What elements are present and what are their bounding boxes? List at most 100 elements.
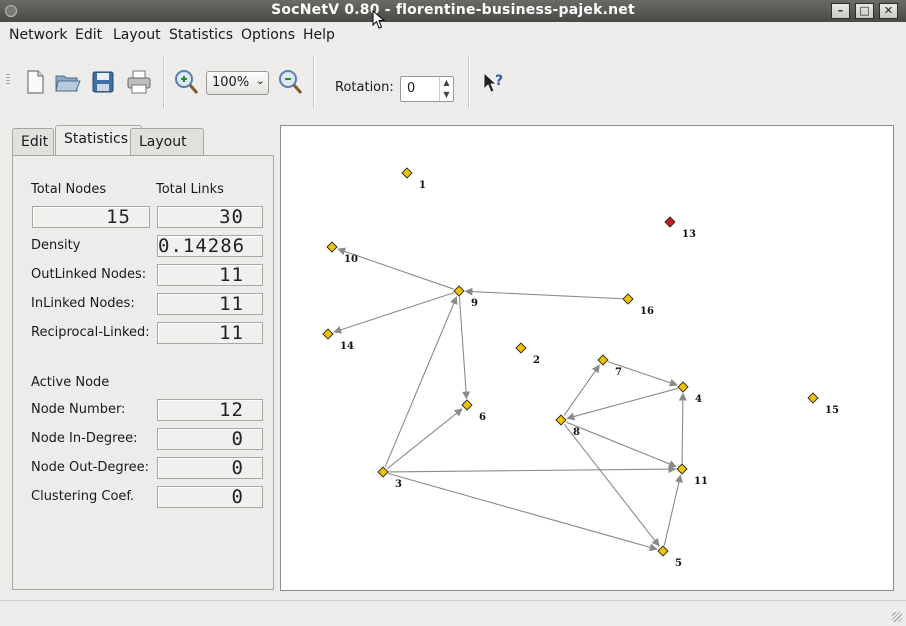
print-icon[interactable]	[125, 68, 153, 96]
graph-node-13[interactable]	[664, 216, 676, 228]
graph-node-label: 16	[640, 306, 654, 317]
menu-network[interactable]: Network	[9, 27, 67, 43]
graph-node-label: 10	[344, 254, 358, 265]
graph-node-label: 5	[675, 558, 682, 569]
menu-edit[interactable]: Edit	[75, 27, 102, 43]
menu-bar: Network Edit Layout Statistics Options H…	[0, 22, 906, 48]
reciprocal-value: 11	[157, 322, 263, 344]
graph-node-label: 15	[825, 405, 839, 416]
total-nodes-label: Total Nodes	[31, 182, 107, 197]
graph-node-11[interactable]	[676, 463, 688, 475]
node-number-value: 12	[157, 399, 263, 421]
graph-node-5[interactable]	[657, 545, 669, 557]
inlinked-label: InLinked Nodes:	[31, 296, 135, 311]
graph-edge-4-8[interactable]	[566, 387, 678, 421]
tab-statistics[interactable]: Statistics	[55, 125, 142, 157]
graph-edge-3-6[interactable]	[386, 408, 463, 470]
graph-node-4[interactable]	[677, 381, 689, 393]
resize-grip-icon[interactable]	[892, 612, 902, 622]
window-title: SocNetV 0.80 - florentine-business-pajek…	[271, 2, 635, 18]
graph-node-6[interactable]	[461, 399, 473, 411]
graph-edge-8-11[interactable]	[565, 421, 677, 468]
graph-node-10[interactable]	[326, 241, 338, 253]
graph-node-label: 4	[695, 394, 702, 405]
zoom-out-icon[interactable]	[276, 68, 304, 96]
graph-node-label: 2	[533, 355, 540, 366]
graph-node-label: 1	[419, 180, 426, 191]
chevron-down-icon: ⌄	[255, 74, 265, 87]
graph-edge-11-4[interactable]	[678, 392, 687, 464]
graph-node-label: 7	[615, 367, 622, 378]
in-degree-label: Node In-Degree:	[31, 431, 138, 446]
graph-node-label: 11	[694, 476, 708, 487]
toolbar: 100% ⌄ Rotation: 0 ▲ ▼ ?	[0, 48, 906, 116]
graph-edge-8-7[interactable]	[563, 364, 600, 416]
graph-node-1[interactable]	[401, 167, 413, 179]
outlinked-value: 11	[157, 264, 263, 286]
zoom-select[interactable]: 100% ⌄	[206, 71, 269, 95]
graph-node-label: 8	[573, 427, 580, 438]
menu-statistics[interactable]: Statistics	[169, 27, 233, 43]
zoom-value: 100%	[212, 75, 250, 90]
graph-node-label: 9	[471, 298, 478, 309]
outlinked-label: OutLinked Nodes:	[31, 267, 147, 282]
graph-edge-3-11[interactable]	[388, 465, 677, 474]
graph-node-15[interactable]	[807, 392, 819, 404]
clustering-value: 0	[157, 486, 263, 508]
menu-help[interactable]: Help	[303, 27, 335, 43]
out-degree-value: 0	[157, 457, 263, 479]
node-number-label: Node Number:	[31, 402, 126, 417]
mouse-cursor-icon	[372, 10, 386, 29]
graph-node-label: 14	[340, 341, 354, 352]
minimize-button[interactable]: –	[831, 3, 850, 19]
total-links-value: 30	[157, 206, 263, 228]
graph-edge-3-5[interactable]	[388, 472, 658, 552]
menu-options[interactable]: Options	[241, 27, 295, 43]
graph-node-14[interactable]	[322, 328, 334, 340]
active-node-label: Active Node	[31, 375, 110, 390]
graph-node-7[interactable]	[597, 354, 609, 366]
title-bar: SocNetV 0.80 - florentine-business-pajek…	[0, 0, 906, 22]
save-disk-icon[interactable]	[89, 68, 117, 96]
density-value: 0.14286	[157, 235, 263, 257]
graph-node-2[interactable]	[515, 342, 527, 354]
tab-layout[interactable]: Layout	[130, 128, 204, 156]
total-links-label: Total Links	[156, 182, 224, 197]
toolbar-grip[interactable]	[6, 74, 10, 86]
graph-node-label: 6	[479, 412, 486, 423]
density-label: Density	[31, 238, 81, 253]
inlinked-value: 11	[157, 293, 263, 315]
graph-node-label: 3	[395, 479, 402, 490]
spin-arrows-icon[interactable]: ▲ ▼	[439, 77, 453, 101]
toolbar-separator	[468, 56, 470, 108]
open-folder-icon[interactable]	[53, 68, 81, 96]
graph-edge-16-9[interactable]	[464, 287, 623, 300]
tab-edit[interactable]: Edit	[12, 128, 54, 156]
graph-edge-9-6[interactable]	[458, 296, 471, 400]
graph-edge-5-11[interactable]	[663, 474, 683, 546]
graph-node-8[interactable]	[555, 414, 567, 426]
maximize-button[interactable]: □	[855, 3, 874, 19]
rotation-value: 0	[407, 81, 416, 96]
whats-this-icon[interactable]: ?	[481, 70, 509, 98]
reciprocal-label: Reciprocal-Linked:	[31, 325, 150, 340]
menu-layout[interactable]: Layout	[113, 27, 161, 43]
in-degree-value: 0	[157, 428, 263, 450]
graph-edge-9-14[interactable]	[333, 292, 454, 334]
clustering-label: Clustering Coef.	[31, 489, 135, 504]
new-file-icon[interactable]	[20, 68, 48, 96]
graph-node-9[interactable]	[453, 285, 465, 297]
svg-text:?: ?	[495, 73, 503, 89]
graph-node-3[interactable]	[377, 466, 389, 478]
graph-node-16[interactable]	[622, 293, 634, 305]
network-graph[interactable]: 1 2 3 4 5 6 7 8 9 10 11 13 14 15 16	[281, 126, 893, 590]
total-nodes-value: 15	[32, 206, 150, 228]
close-button[interactable]: ✕	[879, 3, 898, 19]
zoom-in-icon[interactable]	[172, 68, 200, 96]
toolbar-separator	[313, 56, 315, 108]
out-degree-label: Node Out-Degree:	[31, 460, 150, 475]
network-canvas[interactable]: 1 2 3 4 5 6 7 8 9 10 11 13 14 15 16	[280, 125, 894, 591]
rotation-spinbox[interactable]: 0 ▲ ▼	[400, 76, 454, 102]
graph-node-label: 13	[682, 229, 696, 240]
status-bar	[0, 600, 906, 626]
